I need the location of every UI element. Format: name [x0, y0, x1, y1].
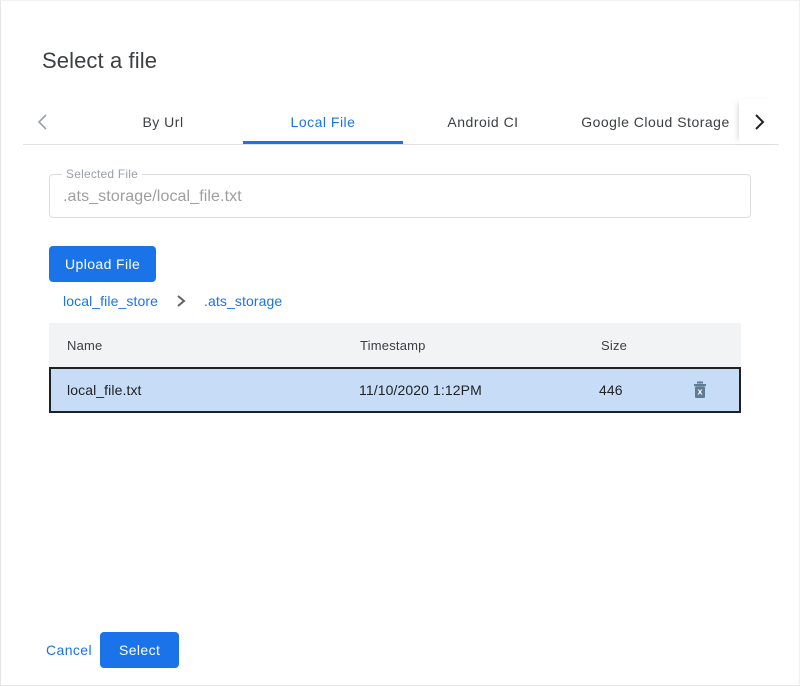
chevron-left-icon	[35, 111, 51, 133]
chevron-right-icon	[751, 111, 767, 133]
column-header-size[interactable]: Size	[601, 323, 627, 367]
dialog-title: Select a file	[42, 46, 157, 76]
select-file-dialog: Select a file By Url Local File Android …	[0, 0, 800, 686]
column-header-timestamp[interactable]: Timestamp	[360, 323, 426, 367]
select-button[interactable]: Select	[100, 632, 179, 668]
selected-file-input[interactable]	[63, 186, 733, 208]
cell-timestamp: 11/10/2020 1:12PM	[359, 369, 482, 411]
cell-actions: x	[687, 369, 713, 411]
breadcrumb-item-local-file-store[interactable]: local_file_store	[63, 293, 158, 309]
svg-text:x: x	[697, 386, 702, 396]
column-header-name[interactable]: Name	[67, 323, 102, 367]
tab-android-ci[interactable]: Android CI	[403, 99, 563, 144]
upload-file-button[interactable]: Upload File	[49, 246, 156, 282]
chevron-right-icon	[175, 294, 187, 308]
tab-label: Android CI	[447, 114, 518, 130]
cell-file-name: local_file.txt	[67, 369, 142, 411]
breadcrumb-item-ats-storage[interactable]: .ats_storage	[204, 293, 282, 309]
dialog-footer: Cancel Select	[1, 619, 800, 685]
delete-file-button[interactable]: x	[687, 377, 713, 403]
tab-local-file[interactable]: Local File	[243, 99, 403, 144]
tab-bar: By Url Local File Android CI Google Clou…	[23, 99, 779, 145]
table-row[interactable]: local_file.txt 11/10/2020 1:12PM 446 x	[49, 367, 741, 413]
tab-label: By Url	[142, 114, 183, 130]
file-table: Name Timestamp Size local_file.txt 11/10…	[49, 323, 741, 413]
tab-label: Google Cloud Storage	[581, 114, 730, 130]
cancel-button[interactable]: Cancel	[37, 632, 101, 668]
cell-size: 446	[599, 369, 623, 411]
tab-by-url[interactable]: By Url	[83, 99, 243, 144]
table-header-row: Name Timestamp Size	[49, 323, 741, 367]
trash-delete-icon: x	[689, 379, 711, 401]
selected-file-label: Selected File	[62, 167, 142, 181]
tab-label: Local File	[291, 114, 356, 130]
breadcrumb: local_file_store .ats_storage	[63, 291, 282, 311]
tab-google-cloud-storage[interactable]: Google Cloud Storage	[563, 99, 748, 144]
tab-bar-divider	[23, 144, 779, 145]
tab-scroll-right-button[interactable]	[739, 99, 779, 144]
tab-scroll-left-button[interactable]	[23, 99, 63, 144]
selected-file-field[interactable]: Selected File	[49, 174, 751, 218]
